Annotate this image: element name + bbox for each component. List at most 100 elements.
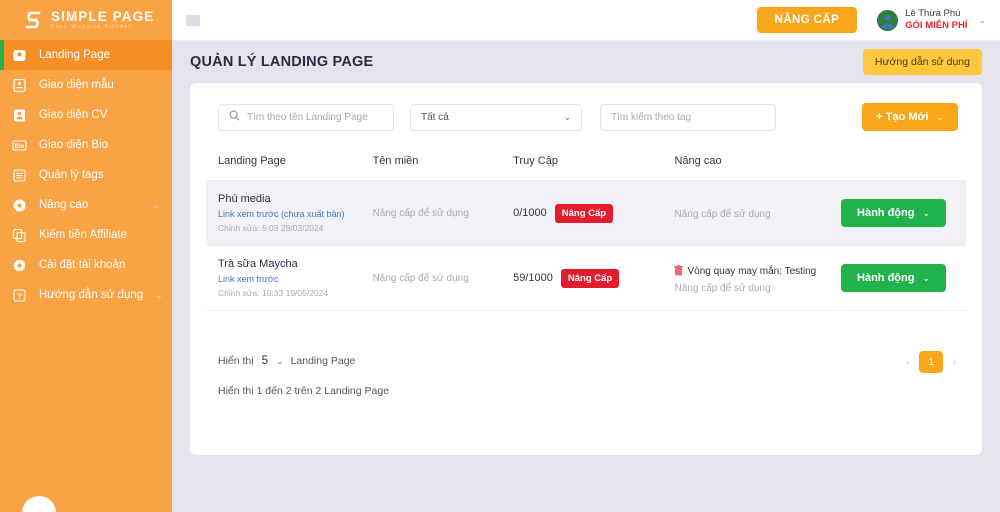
svg-text:Bio: Bio <box>15 143 25 149</box>
brand-tagline: Free Website Builder <box>51 24 133 31</box>
svg-text:?: ? <box>17 291 22 300</box>
chevron-down-icon: ⌄ <box>922 273 931 283</box>
chevron-down-icon: ⌄ <box>155 289 163 300</box>
sidebar-item-quan-ly-tags[interactable]: Quản lý tags <box>0 160 172 190</box>
sidebar-item-cai-dat-tai-khoan[interactable]: Cài đặt tài khoản <box>0 250 172 280</box>
cell-landing-page: Trà sữa Maycha Link xem trước Chỉnh sửa:… <box>206 245 373 311</box>
template-icon <box>12 78 27 93</box>
pagination-next-icon[interactable]: › <box>951 357 958 367</box>
tag-search-input[interactable]: Tìm kiếm theo tag <box>600 103 776 131</box>
main-area: NÂNG CẤP Lê Thừa Phú GÓI MIỄN PHÍ ⌄ QUẢN… <box>172 0 1000 512</box>
sidebar-item-label: Landing Page <box>39 49 110 61</box>
last-edited-text: Chỉnh sửa: 10:33 19/05/2024 <box>218 288 329 298</box>
visit-count: 0/1000 <box>513 207 547 219</box>
app-root: SIMPLE PAGE Free Website Builder Landing… <box>0 0 1000 512</box>
chevron-down-icon[interactable]: ⌄ <box>276 356 284 367</box>
user-menu[interactable]: Lê Thừa Phú GÓI MIỄN PHÍ ⌄ <box>877 8 986 32</box>
last-edited-text: Chỉnh sửa: 5:03 29/03/2024 <box>218 223 324 233</box>
tags-list-icon <box>12 168 27 183</box>
guide-button[interactable]: Hướng dẫn sử dụng <box>862 49 982 75</box>
cell-advanced: Vòng quay may mắn: Testing Nâng cấp để s… <box>674 245 842 311</box>
sidebar-item-label: Quản lý tags <box>39 169 104 181</box>
sidebar-decoration-circle <box>22 496 56 512</box>
action-button-label: Hành động <box>857 272 915 284</box>
action-button-label: Hành động <box>857 207 915 219</box>
pagination-prev-icon[interactable]: ‹ <box>904 357 911 367</box>
sidebar-item-giao-dien-mau[interactable]: Giao diện mẫu <box>0 70 172 100</box>
create-new-button[interactable]: + Tạo Mới ⌄ <box>862 103 958 131</box>
advanced-feature-text: Vòng quay may mắn: Testing <box>687 266 817 277</box>
page-title: QUẢN LÝ LANDING PAGE <box>190 54 374 70</box>
s-monogram-icon <box>22 9 44 31</box>
brand-title: SIMPLE PAGE <box>51 8 155 24</box>
column-header-visits: Truy Cập <box>513 155 675 181</box>
sidebar-item-label: Giao diện Bio <box>39 139 109 151</box>
page-header: QUẢN LÝ LANDING PAGE Hướng dẫn sử dụng <box>190 41 982 83</box>
bio-icon: Bio <box>12 138 27 153</box>
tag-search-placeholder: Tìm kiếm theo tag <box>611 111 692 123</box>
sidebar: SIMPLE PAGE Free Website Builder Landing… <box>0 0 172 512</box>
table-row[interactable]: Phú media Link xem trước (chưa xuất bản)… <box>206 180 966 246</box>
sidebar-item-label: Nâng cao <box>39 199 89 211</box>
column-header-advanced: Nâng cao <box>674 155 842 181</box>
sidebar-item-huong-dan-su-dung[interactable]: ? Hướng dẫn sử dụng ⌄ <box>0 280 172 310</box>
advanced-gear-icon <box>12 198 27 213</box>
sidebar-item-label: Giao diện CV <box>39 109 108 121</box>
preview-link[interactable]: Link xem trước (chưa xuất bản) <box>218 209 373 219</box>
sidebar-item-kiem-tien-affiliate[interactable]: Kiếm tiền Affiliate <box>0 220 172 250</box>
visit-upgrade-badge[interactable]: Nâng Cấp <box>560 268 620 288</box>
column-header-actions <box>841 155 966 181</box>
table-head: Landing Page Tên miền Truy Cập Nâng cao <box>206 155 966 181</box>
column-header-domain: Tên miền <box>372 155 514 181</box>
landing-page-name: Trà sữa Maycha <box>218 258 298 270</box>
sidebar-item-giao-dien-cv[interactable]: Giao diện CV <box>0 100 172 130</box>
chevron-down-icon: ⌄ <box>922 208 931 218</box>
hamburger-icon[interactable] <box>186 14 200 26</box>
sidebar-item-label: Cài đặt tài khoản <box>39 259 126 271</box>
action-button[interactable]: Hành động ⌄ <box>841 264 947 292</box>
chevron-down-icon: ⌄ <box>563 111 571 122</box>
status-select[interactable]: Tất cả ⌄ <box>410 103 582 131</box>
action-button[interactable]: Hành động ⌄ <box>841 199 947 227</box>
visit-upgrade-badge[interactable]: Nâng Cấp <box>554 203 614 223</box>
cell-visits: 0/1000 Nâng Cấp <box>513 180 675 246</box>
page-body: QUẢN LÝ LANDING PAGE Hướng dẫn sử dụng T… <box>172 41 1000 512</box>
sidebar-item-label: Kiếm tiền Affiliate <box>39 229 128 241</box>
sidebar-item-giao-dien-bio[interactable]: Bio Giao diện Bio <box>0 130 172 160</box>
sidebar-item-landing-page[interactable]: Landing Page <box>0 40 172 70</box>
results-summary: Hiển thị 1 đến 2 trên 2 Landing Page <box>218 385 390 397</box>
page-size-row: Hiển thị 5 ⌄ Landing Page <box>218 355 966 367</box>
trash-icon <box>674 263 684 281</box>
landing-page-name: Phú media <box>218 193 271 205</box>
cell-advanced: Nâng cấp để sử dụng <box>674 180 842 246</box>
table-body: Phú media Link xem trước (chưa xuất bản)… <box>206 180 966 311</box>
page-size-prefix: Hiển thị <box>218 355 254 367</box>
sidebar-item-label: Giao diện mẫu <box>39 79 114 91</box>
advanced-subtext: Nâng cấp để sử dụng <box>674 282 771 294</box>
pagination-page-1[interactable]: 1 <box>919 351 943 373</box>
sidebar-item-nang-cao[interactable]: Nâng cao ⌄ <box>0 190 172 220</box>
upgrade-button[interactable]: NÂNG CẤP <box>756 7 858 33</box>
landing-page-table: Landing Page Tên miền Truy Cập Nâng cao … <box>206 155 966 311</box>
brand-logo[interactable]: SIMPLE PAGE Free Website Builder <box>0 0 172 40</box>
column-header-landing-page: Landing Page <box>206 155 373 181</box>
cell-visits: 59/1000 Nâng Cấp <box>513 245 675 311</box>
cell-domain: Nâng cấp để sử dụng <box>372 245 514 311</box>
chevron-down-icon: ⌄ <box>936 112 944 122</box>
page-size-suffix: Landing Page <box>290 355 356 367</box>
table-row[interactable]: Trà sữa Maycha Link xem trước Chỉnh sửa:… <box>206 245 966 311</box>
chevron-down-icon: ⌄ <box>152 199 160 210</box>
chevron-down-icon[interactable]: ⌄ <box>978 15 986 26</box>
sidebar-item-label: Hướng dẫn sử dụng <box>39 289 144 301</box>
search-input[interactable]: Tìm theo tên Landing Page <box>218 103 394 131</box>
visit-count: 59/1000 <box>513 272 553 284</box>
cell-domain: Nâng cấp để sử dụng <box>372 180 514 246</box>
help-question-icon: ? <box>12 288 27 303</box>
create-new-label: + Tạo Mới <box>876 111 929 123</box>
landing-page-card: Tìm theo tên Landing Page Tất cả ⌄ Tìm k… <box>190 83 982 455</box>
topbar: NÂNG CẤP Lê Thừa Phú GÓI MIỄN PHÍ ⌄ <box>172 0 1000 41</box>
settings-gear-icon <box>12 258 27 273</box>
filter-bar: Tìm theo tên Landing Page Tất cả ⌄ Tìm k… <box>206 83 966 131</box>
preview-link[interactable]: Link xem trước <box>218 274 373 284</box>
page-size-value[interactable]: 5 <box>262 355 268 367</box>
